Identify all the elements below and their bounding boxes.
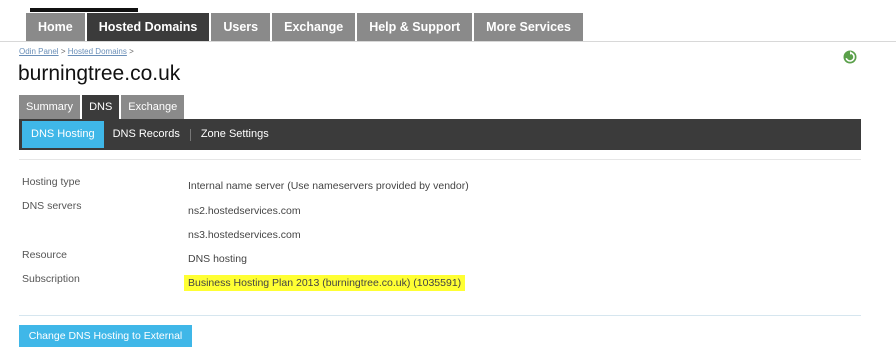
tab-exchange[interactable]: Exchange (121, 95, 185, 119)
nav-help-support[interactable]: Help & Support (357, 13, 473, 41)
dns-servers-label: DNS servers (22, 200, 82, 212)
tab-dns[interactable]: DNS (82, 95, 120, 119)
subnav-dns-hosting[interactable]: DNS Hosting (22, 121, 104, 148)
refresh-icon[interactable] (843, 50, 857, 64)
tab-summary[interactable]: Summary (19, 95, 81, 119)
dns-server-1: ns2.hostedservices.com (188, 205, 301, 217)
breadcrumb-odin-panel[interactable]: Odin Panel (19, 47, 59, 56)
subnav-separator (189, 128, 191, 141)
dns-subnav: DNS Hosting DNS Records Zone Settings (19, 119, 861, 150)
subscription-value: Business Hosting Plan 2013 (burningtree.… (184, 275, 466, 291)
subnav-dns-records[interactable]: DNS Records (104, 119, 189, 150)
breadcrumb-separator: > (129, 47, 134, 56)
content-divider (19, 159, 861, 160)
nav-exchange[interactable]: Exchange (272, 13, 356, 41)
change-dns-hosting-button[interactable]: Change DNS Hosting to External (19, 325, 192, 347)
actions-divider (19, 315, 861, 316)
resource-label: Resource (22, 249, 67, 261)
hosting-type-label: Hosting type (22, 176, 81, 188)
resource-value: DNS hosting (188, 253, 247, 265)
page-title: burningtree.co.uk (18, 62, 181, 85)
breadcrumb-hosted-domains[interactable]: Hosted Domains (68, 47, 127, 56)
breadcrumb-separator: > (60, 47, 66, 56)
top-navigation: Home Hosted Domains Users Exchange Help … (26, 13, 583, 41)
nav-hosted-domains[interactable]: Hosted Domains (86, 13, 210, 41)
dns-server-2: ns3.hostedservices.com (188, 229, 301, 241)
domain-tabs: Summary DNS Exchange (19, 95, 185, 119)
subnav-zone-settings[interactable]: Zone Settings (192, 119, 278, 150)
nav-divider (0, 41, 896, 42)
nav-users[interactable]: Users (211, 13, 271, 41)
nav-more-services[interactable]: More Services (474, 13, 583, 41)
top-decoration-bar (30, 8, 138, 12)
subscription-label: Subscription (22, 273, 80, 285)
nav-home[interactable]: Home (26, 13, 85, 41)
hosting-type-value: Internal name server (Use nameservers pr… (188, 180, 469, 192)
breadcrumb: Odin Panel > Hosted Domains > (19, 47, 134, 56)
